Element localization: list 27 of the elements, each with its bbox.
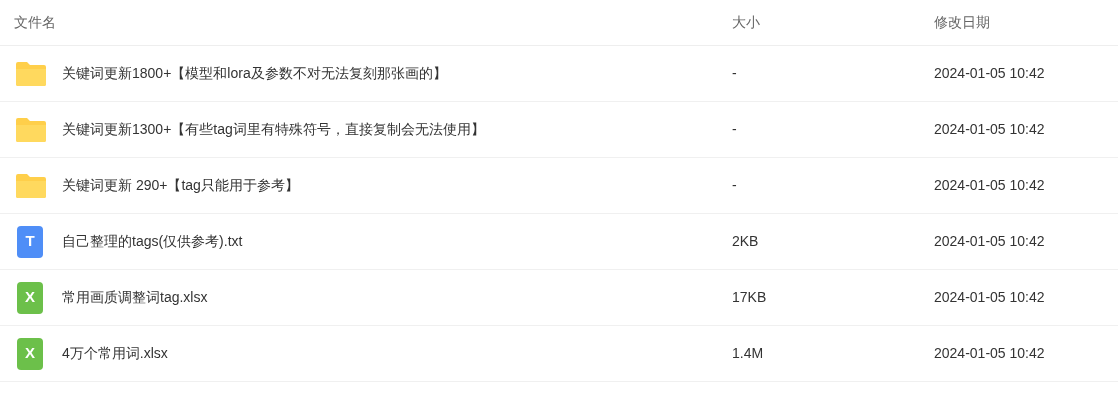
folder-icon bbox=[14, 115, 48, 144]
modified-date: 2024-01-05 10:42 bbox=[933, 344, 1045, 363]
text-file-icon: T bbox=[17, 225, 43, 258]
file-name[interactable]: 4万个常用词.xlsx bbox=[62, 343, 168, 364]
spreadsheet-file-icon: X bbox=[17, 281, 43, 314]
file-size: 1.4M bbox=[731, 344, 765, 363]
file-name[interactable]: 关键词更新1300+【有些tag词里有特殊符号，直接复制会无法使用】 bbox=[62, 119, 485, 140]
column-header[interactable]: 修改日期 bbox=[920, 12, 990, 33]
file-name[interactable]: 常用画质调整词tag.xlsx bbox=[62, 287, 208, 308]
file-size: 17KB bbox=[731, 288, 768, 307]
column-header[interactable]: 大小 bbox=[718, 12, 920, 33]
file-name[interactable]: 关键词更新 290+【tag只能用于参考】 bbox=[62, 175, 299, 196]
folder-icon bbox=[14, 59, 48, 88]
modified-date: 2024-01-05 10:42 bbox=[933, 64, 1045, 83]
modified-date: 2024-01-05 10:42 bbox=[933, 232, 1045, 251]
modified-date: 2024-01-05 10:42 bbox=[933, 288, 1045, 307]
modified-date: 2024-01-05 10:42 bbox=[933, 120, 1045, 139]
file-size: - bbox=[731, 176, 738, 195]
file-size: - bbox=[731, 120, 738, 139]
spreadsheet-file-icon: X bbox=[17, 337, 43, 370]
folder-icon bbox=[14, 171, 48, 200]
modified-date: 2024-01-05 10:42 bbox=[933, 176, 1045, 195]
column-header[interactable]: 文件名 bbox=[0, 12, 718, 33]
file-name[interactable]: 自己整理的tags(仅供参考).txt bbox=[62, 231, 243, 252]
file-size: - bbox=[731, 64, 738, 83]
file-name[interactable]: 关键词更新1800+【模型和lora及参数不对无法复刻那张画的】 bbox=[62, 63, 447, 84]
file-size: 2KB bbox=[731, 232, 760, 251]
